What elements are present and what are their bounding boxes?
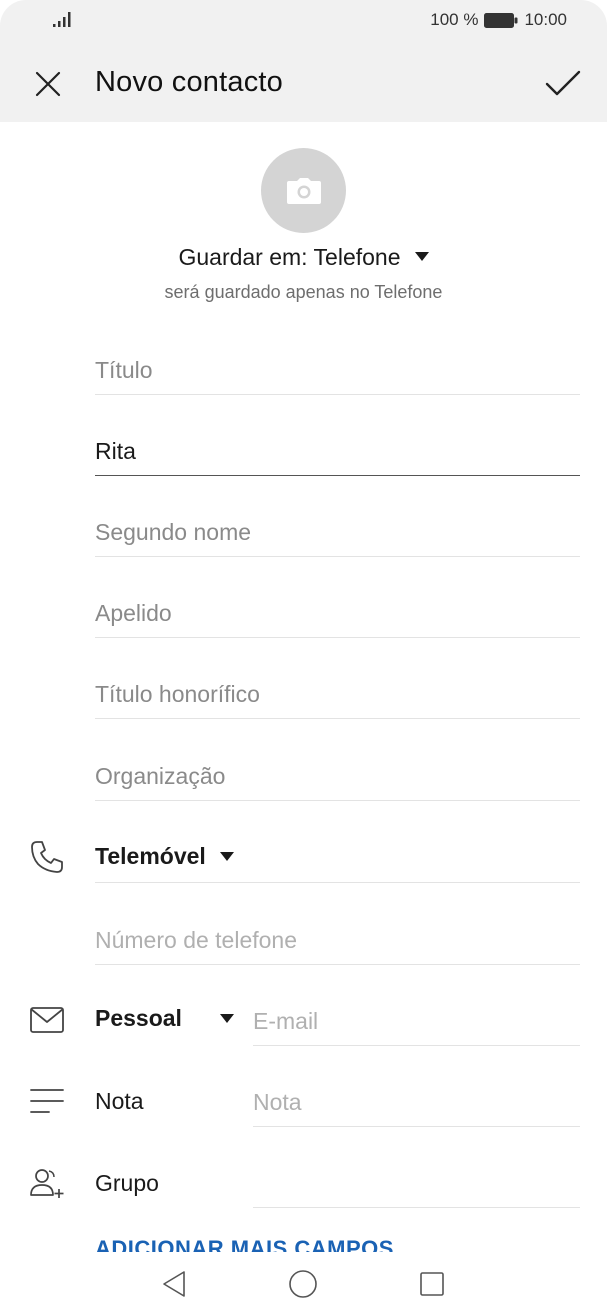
home-button[interactable] <box>283 1266 323 1302</box>
dropdown-caret-icon <box>414 252 429 261</box>
organization-field[interactable] <box>95 763 580 790</box>
group-label: Grupo <box>95 1170 159 1196</box>
dropdown-caret-icon <box>219 1014 234 1023</box>
add-photo-button[interactable] <box>261 148 346 233</box>
organization-field-container <box>95 739 580 801</box>
note-label: Nota <box>95 1088 144 1114</box>
close-button[interactable] <box>28 64 68 104</box>
last-name-field[interactable] <box>95 600 580 627</box>
save-button[interactable] <box>541 62 585 106</box>
honorific-field[interactable] <box>95 681 580 708</box>
note-field-container <box>253 1065 580 1127</box>
recents-square-icon <box>420 1272 444 1296</box>
phone-number-field-container <box>95 903 580 965</box>
middle-name-field[interactable] <box>95 519 580 546</box>
mail-icon <box>28 1001 66 1039</box>
recents-button[interactable] <box>412 1266 452 1302</box>
title-field[interactable] <box>95 357 580 384</box>
email-type-label: Pessoal <box>95 1005 182 1031</box>
middle-name-field-container <box>95 495 580 557</box>
phone-icon <box>28 838 66 876</box>
save-location-note: será guardado apenas no Telefone <box>164 282 443 302</box>
header-bar: 100 % 10:00 Novo contacto <box>0 0 607 122</box>
phone-type-label: Telemóvel <box>95 843 206 869</box>
email-field-container <box>253 984 580 1046</box>
check-icon <box>545 70 581 96</box>
battery-icon <box>484 12 518 28</box>
status-right: 100 % 10:00 <box>430 10 567 30</box>
save-location-dropdown[interactable]: Guardar em: Telefone <box>0 244 607 271</box>
first-name-field-container <box>95 414 580 476</box>
group-add-icon <box>28 1164 66 1202</box>
screen: 100 % 10:00 Novo contacto Guardar em: Te… <box>0 0 607 1316</box>
group-field[interactable] <box>253 1146 580 1208</box>
signal-icon <box>53 12 71 27</box>
close-icon <box>35 71 61 97</box>
clock: 10:00 <box>524 10 567 29</box>
honorific-field-container <box>95 657 580 719</box>
last-name-field-container <box>95 576 580 638</box>
email-field[interactable] <box>253 1008 580 1035</box>
camera-icon <box>286 177 321 204</box>
email-type-dropdown[interactable]: Pessoal <box>95 1005 234 1032</box>
phone-number-field[interactable] <box>95 927 580 954</box>
home-circle-icon <box>289 1270 317 1298</box>
first-name-field[interactable] <box>95 438 580 465</box>
battery-percent: 100 % <box>430 10 479 29</box>
back-button[interactable] <box>154 1266 194 1302</box>
note-icon <box>28 1082 66 1120</box>
page-title: Novo contacto <box>95 66 283 98</box>
phone-type-dropdown[interactable]: Telemóvel <box>95 843 234 870</box>
save-location-label: Guardar em: Telefone <box>178 244 401 270</box>
status-bar: 100 % 10:00 <box>0 0 607 44</box>
title-field-container <box>95 333 580 395</box>
note-field[interactable] <box>253 1089 580 1116</box>
dropdown-caret-icon <box>219 852 234 861</box>
phone-type-row: Telemóvel <box>95 821 580 883</box>
title-row: Novo contacto <box>0 56 607 112</box>
navigation-bar <box>0 1252 607 1316</box>
back-triangle-icon <box>163 1271 185 1297</box>
